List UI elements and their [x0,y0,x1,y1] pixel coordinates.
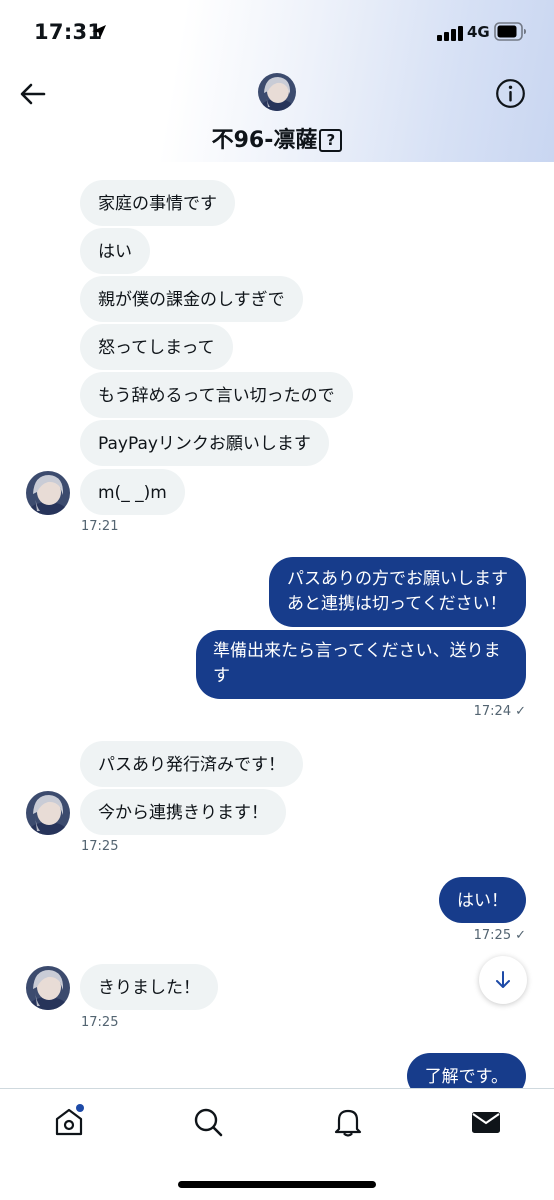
incoming-message[interactable]: はい [80,228,150,274]
incoming-message[interactable]: パスあり発行済みです！ [80,741,303,787]
read-check-icon: ✓ [515,704,526,719]
mail-icon[interactable] [470,1106,502,1138]
incoming-message[interactable]: きりました！ [80,964,218,1010]
outgoing-message-line: 準備出来たら言ってください、送りま [213,641,501,661]
location-arrow-icon [92,25,106,39]
read-check-icon: ✓ [515,928,526,943]
bell-icon[interactable] [332,1106,364,1138]
message-timestamp: 17:21 [81,519,119,534]
incoming-message[interactable]: m(_ _)m [80,469,185,515]
sender-avatar[interactable] [26,791,70,835]
search-icon[interactable] [192,1106,224,1138]
timestamp-text: 17:25 [473,928,512,943]
outgoing-message-line: パスありの方でお願いします [287,569,508,589]
incoming-message[interactable]: 今から連携きります！ [80,789,286,835]
sender-avatar[interactable] [26,966,70,1010]
signal-icon [437,25,463,41]
info-icon[interactable] [495,78,526,109]
scroll-to-bottom-button[interactable] [479,956,527,1004]
header-avatar[interactable] [258,73,296,111]
incoming-message[interactable]: 親が僕の課金のしすぎで [80,276,303,322]
outgoing-message-line: あと連携は切ってください！ [287,594,507,614]
outgoing-message[interactable]: はい！ [439,877,526,923]
arrow-down-icon [496,971,510,988]
battery-icon [494,22,526,41]
network-label: 4G [467,23,490,41]
message-timestamp: 17:25 [81,1015,119,1030]
timestamp-text: 17:24 [473,704,512,719]
outgoing-message[interactable]: 準備出来たら言ってください、送りま す [196,630,526,699]
incoming-message[interactable]: PayPayリンクお願いします [80,420,329,466]
incoming-message[interactable]: 家庭の事情です [80,180,235,226]
sender-avatar[interactable] [26,471,70,515]
message-timestamp: 17:24 ✓ [474,704,526,719]
conversation-name: 不96-凛薩 [211,128,318,153]
home-indicator [178,1181,376,1188]
message-timestamp: 17:25 [81,839,119,854]
message-timestamp: 17:25 ✓ [474,928,526,943]
status-bar: 17:31 4G [0,0,554,66]
unknown-glyph-badge: ? [319,129,343,152]
outgoing-message[interactable]: パスありの方でお願いします あと連携は切ってください！ [269,557,526,627]
conversation-title[interactable]: 不96-凛薩? [0,122,554,154]
outgoing-message-line: す [213,666,230,686]
incoming-message[interactable]: 怒ってしまって [80,324,233,370]
incoming-message[interactable]: もう辞めるって言い切ったので [80,372,353,418]
back-arrow-icon[interactable] [18,79,48,109]
notification-dot [76,1104,84,1112]
